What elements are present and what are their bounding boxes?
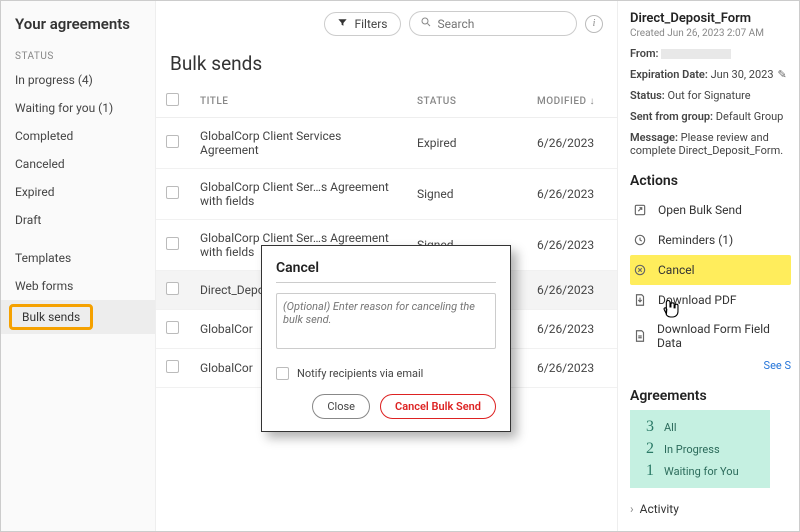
action-open[interactable]: Open Bulk Send bbox=[630, 195, 791, 225]
action-reminders[interactable]: Reminders (1) bbox=[630, 225, 791, 255]
row-modified: 6/26/2023 bbox=[527, 349, 617, 388]
chevron-right-icon: › bbox=[630, 502, 634, 516]
msg-label: Message: bbox=[630, 131, 678, 144]
close-button[interactable]: Close bbox=[312, 394, 370, 419]
clock-icon bbox=[632, 232, 648, 248]
sidebar-item-draft[interactable]: Draft bbox=[1, 206, 155, 234]
page-title: Bulk sends bbox=[156, 44, 617, 85]
action-download-field-data[interactable]: Download Form Field Data bbox=[630, 315, 791, 357]
group-label: Sent from group: bbox=[630, 110, 713, 123]
col-modified[interactable]: MODIFIED ↓ bbox=[527, 85, 617, 118]
table-row[interactable]: GlobalCorp Client Services AgreementExpi… bbox=[156, 118, 617, 169]
detail-name: Direct_Deposit_Form bbox=[630, 11, 791, 26]
row-checkbox[interactable] bbox=[166, 282, 179, 295]
filters-button[interactable]: Filters bbox=[324, 12, 400, 36]
search-input[interactable] bbox=[438, 17, 566, 31]
from-value bbox=[661, 49, 731, 59]
filters-label: Filters bbox=[354, 17, 387, 31]
agreements-heading: Agreements bbox=[630, 388, 791, 404]
sidebar-item-label: Bulk sends bbox=[9, 304, 93, 330]
modal-title: Cancel bbox=[276, 260, 496, 283]
row-modified: 6/26/2023 bbox=[527, 271, 617, 310]
agreement-row[interactable]: 3All bbox=[640, 416, 760, 438]
col-status[interactable]: STATUS bbox=[407, 85, 527, 118]
sidebar-title: Your agreements bbox=[1, 11, 155, 45]
row-checkbox[interactable] bbox=[166, 360, 179, 373]
agreement-row[interactable]: 2In Progress bbox=[640, 438, 760, 460]
actions-heading: Actions bbox=[630, 173, 791, 189]
sidebar-item-completed[interactable]: Completed bbox=[1, 122, 155, 150]
download-data-icon bbox=[632, 328, 647, 344]
row-checkbox[interactable] bbox=[166, 135, 179, 148]
search-box[interactable] bbox=[409, 11, 577, 36]
action-cancel[interactable]: Cancel bbox=[630, 255, 791, 285]
status-label: Status: bbox=[630, 89, 665, 102]
row-checkbox[interactable] bbox=[166, 186, 179, 199]
col-title[interactable]: TITLE bbox=[190, 85, 407, 118]
cancel-modal: Cancel Notify recipients via email Close… bbox=[261, 245, 511, 432]
row-checkbox[interactable] bbox=[166, 321, 179, 334]
table-row[interactable]: GlobalCorp Client Ser…s Agreement with f… bbox=[156, 169, 617, 220]
see-all-link[interactable]: See S bbox=[630, 359, 791, 372]
status-value: Out for Signature bbox=[668, 89, 751, 102]
sidebar-item-in-progress[interactable]: In progress (4) bbox=[1, 66, 155, 94]
agreement-row[interactable]: 1Waiting for You bbox=[640, 460, 760, 482]
sidebar-item-canceled[interactable]: Canceled bbox=[1, 150, 155, 178]
download-icon bbox=[632, 292, 648, 308]
activity-toggle[interactable]: ›Activity bbox=[630, 502, 791, 516]
sidebar-item-expired[interactable]: Expired bbox=[1, 178, 155, 206]
cancel-reason-input[interactable] bbox=[276, 293, 496, 349]
from-label: From: bbox=[630, 47, 659, 60]
exp-label: Expiration Date: bbox=[630, 68, 708, 81]
exp-value: Jun 30, 2023 bbox=[711, 68, 774, 81]
row-checkbox[interactable] bbox=[166, 237, 179, 250]
details-panel: Direct_Deposit_Form Created Jun 26, 2023… bbox=[617, 1, 799, 531]
sidebar-item-webforms[interactable]: Web forms bbox=[1, 272, 155, 300]
select-all-checkbox[interactable] bbox=[166, 93, 179, 106]
search-icon bbox=[420, 16, 432, 31]
sidebar-section-status: STATUS bbox=[1, 45, 155, 66]
notify-checkbox-row[interactable]: Notify recipients via email bbox=[276, 367, 496, 380]
filter-icon bbox=[337, 17, 348, 31]
action-download-pdf[interactable]: Download PDF bbox=[630, 285, 791, 315]
row-title: GlobalCorp Client Services Agreement bbox=[190, 118, 407, 169]
sidebar: Your agreements STATUS In progress (4) W… bbox=[1, 1, 156, 531]
row-status: Expired bbox=[407, 118, 527, 169]
detail-created: Created Jun 26, 2023 2:07 AM bbox=[630, 28, 791, 39]
row-modified: 6/26/2023 bbox=[527, 310, 617, 349]
group-value: Default Group bbox=[716, 110, 784, 123]
sidebar-item-bulk-sends[interactable]: Bulk sends bbox=[1, 300, 155, 334]
agreements-summary: 3All 2In Progress 1Waiting for You bbox=[630, 410, 770, 488]
sort-down-icon: ↓ bbox=[590, 96, 596, 107]
row-modified: 6/26/2023 bbox=[527, 118, 617, 169]
edit-expiration-icon[interactable]: ✎ bbox=[778, 68, 787, 81]
row-title: GlobalCorp Client Ser…s Agreement with f… bbox=[190, 169, 407, 220]
sidebar-item-templates[interactable]: Templates bbox=[1, 244, 155, 272]
notify-checkbox[interactable] bbox=[276, 367, 289, 380]
info-icon[interactable]: i bbox=[585, 15, 603, 33]
row-status: Signed bbox=[407, 169, 527, 220]
sidebar-item-waiting[interactable]: Waiting for you (1) bbox=[1, 94, 155, 122]
row-modified: 6/26/2023 bbox=[527, 169, 617, 220]
cancel-bulk-send-button[interactable]: Cancel Bulk Send bbox=[380, 394, 496, 419]
row-modified: 6/26/2023 bbox=[527, 220, 617, 271]
open-icon bbox=[632, 202, 648, 218]
cancel-circle-icon bbox=[632, 262, 648, 278]
notify-label: Notify recipients via email bbox=[297, 367, 423, 380]
